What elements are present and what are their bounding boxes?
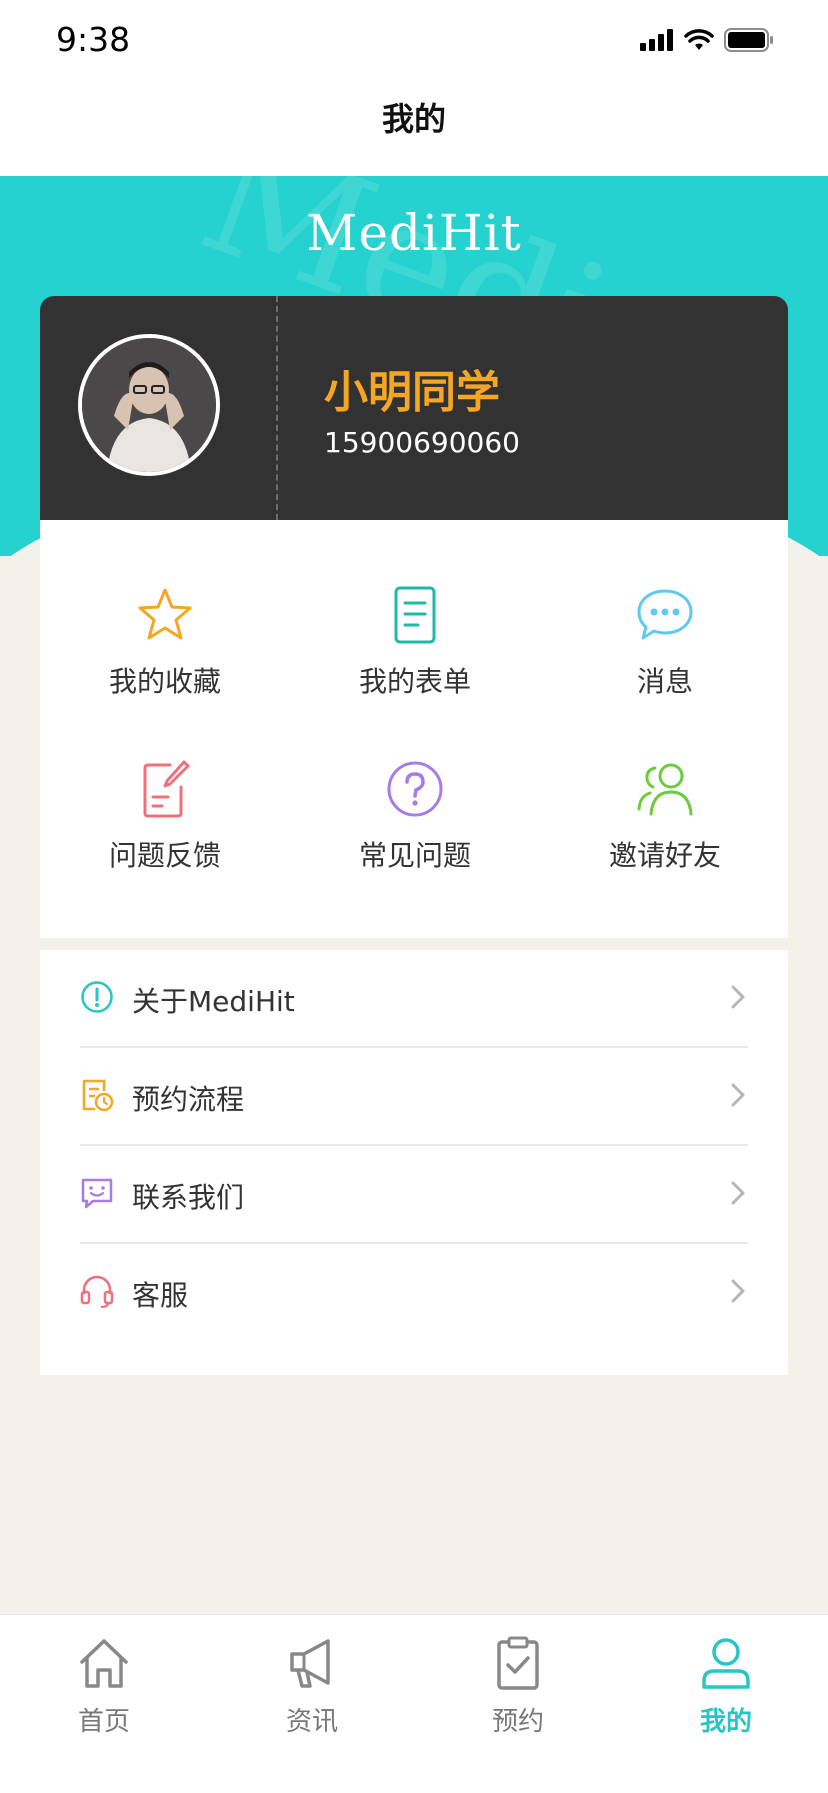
grid-label: 常见问题 xyxy=(358,839,471,872)
grid-label: 邀请好友 xyxy=(608,839,721,872)
tab-label: 首页 xyxy=(77,1707,130,1737)
contact-chat-icon xyxy=(81,1178,113,1209)
tab-me[interactable]: 我的 xyxy=(646,1633,806,1738)
user-name: 小明同学 xyxy=(324,367,500,418)
grid-item-my-forms[interactable]: 我的表单 xyxy=(315,580,515,700)
chevron-right-icon xyxy=(731,1083,745,1107)
list-item-contact-us[interactable]: 联系我们 xyxy=(80,1146,748,1244)
grid-label: 问题反馈 xyxy=(108,839,221,872)
signal-icon xyxy=(640,29,673,51)
tab-label: 我的 xyxy=(699,1707,752,1737)
avatar[interactable] xyxy=(78,334,220,476)
profile-divider xyxy=(276,296,278,520)
profile-card[interactable]: 小明同学 15900690060 xyxy=(40,296,788,520)
feedback-edit-icon xyxy=(143,760,190,818)
info-circle-icon xyxy=(81,981,113,1013)
page-title: 我的 xyxy=(381,100,446,138)
list-item-label: 客服 xyxy=(132,1279,189,1312)
grid-item-invite-friends[interactable]: 邀请好友 xyxy=(565,754,765,874)
feature-grid: 我的收藏 我的表单 消息 问题反馈 常见问题 邀请好友 xyxy=(40,520,788,938)
headset-icon xyxy=(80,1275,114,1308)
invite-friends-icon xyxy=(637,763,693,816)
list-item-customer-service[interactable]: 客服 xyxy=(80,1244,748,1340)
home-icon xyxy=(80,1639,128,1688)
question-circle-icon xyxy=(387,761,443,817)
status-icons xyxy=(640,28,774,52)
star-icon xyxy=(138,588,192,640)
list-item-booking-process[interactable]: 预约流程 xyxy=(80,1048,748,1146)
grid-item-feedback[interactable]: 问题反馈 xyxy=(65,754,265,874)
tab-label: 资讯 xyxy=(285,1707,338,1737)
grid-label: 我的收藏 xyxy=(108,665,221,698)
megaphone-icon xyxy=(290,1639,330,1688)
list-item-label: 关于MediHit xyxy=(132,985,295,1018)
brand-logo-text: MediHit xyxy=(306,204,522,262)
chat-bubble-icon xyxy=(637,589,693,640)
navigation-bar: 我的 xyxy=(0,86,828,176)
document-icon xyxy=(394,586,436,644)
status-time: 9:38 xyxy=(56,20,131,59)
grid-item-favorites[interactable]: 我的收藏 xyxy=(65,580,265,700)
avatar-photo-icon xyxy=(82,338,216,472)
chevron-right-icon xyxy=(731,1279,745,1303)
person-icon xyxy=(702,1638,750,1689)
tab-appointments[interactable]: 预约 xyxy=(438,1633,598,1738)
tab-home[interactable]: 首页 xyxy=(24,1633,184,1738)
tab-news[interactable]: 资讯 xyxy=(232,1633,392,1738)
schedule-clock-icon xyxy=(82,1079,114,1112)
grid-label: 我的表单 xyxy=(358,665,471,698)
wifi-icon xyxy=(684,29,714,50)
chevron-right-icon xyxy=(731,1181,745,1205)
grid-item-faq[interactable]: 常见问题 xyxy=(315,754,515,874)
grid-item-messages[interactable]: 消息 xyxy=(565,580,765,700)
status-bar: 9:38 xyxy=(0,0,828,86)
chevron-right-icon xyxy=(731,985,745,1009)
list-item-label: 联系我们 xyxy=(132,1181,245,1214)
battery-icon xyxy=(724,28,773,52)
list-item-about[interactable]: 关于MediHit xyxy=(80,950,748,1048)
settings-list: 关于MediHit 预约流程 联系我们 客服 xyxy=(40,950,788,1375)
clipboard-check-icon xyxy=(497,1636,539,1690)
bottom-tab-bar: 首页 资讯 预约 我的 xyxy=(0,1614,828,1793)
user-phone: 15900690060 xyxy=(324,426,520,459)
tab-label: 预约 xyxy=(491,1707,544,1737)
grid-label: 消息 xyxy=(636,665,693,698)
list-item-label: 预约流程 xyxy=(132,1083,245,1116)
